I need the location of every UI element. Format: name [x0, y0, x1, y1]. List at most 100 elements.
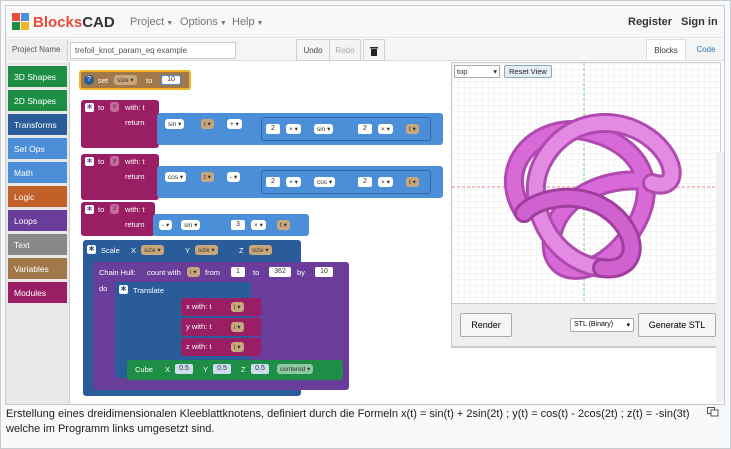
fn-dropdown[interactable]: sin ▾ [165, 119, 185, 129]
fn-dropdown[interactable]: cos ▾ [165, 172, 187, 182]
from-value[interactable]: 1 [231, 267, 245, 277]
center-mode-dropdown[interactable]: centered ▾ [277, 364, 314, 374]
size-value-block[interactable]: 10 [161, 75, 181, 85]
by-value[interactable]: 10 [315, 267, 333, 277]
call-y-label: y with: t [186, 322, 212, 331]
operator-dropdown[interactable]: + ▾ [227, 119, 242, 129]
set-label: set [98, 76, 109, 85]
size-var[interactable]: size ▾ [249, 245, 272, 255]
t-param[interactable]: t ▾ [201, 172, 214, 182]
scrollbar[interactable] [716, 152, 724, 402]
fn-dropdown[interactable]: sin ▾ [181, 220, 201, 230]
call-z-label: z with: t [186, 342, 212, 351]
times-dropdown[interactable]: × ▾ [378, 124, 393, 134]
var-dropdown[interactable]: size ▾ [114, 75, 137, 85]
i-var[interactable]: i ▾ [187, 267, 200, 277]
times-dropdown[interactable]: × ▾ [251, 220, 266, 230]
function-name[interactable]: x [110, 102, 120, 112]
fn-dropdown[interactable]: cos ▾ [314, 177, 336, 187]
menu-help[interactable]: Help ▼ [232, 16, 264, 28]
product-block[interactable]: 2 × ▾ sin ▾ 2 × ▾ t ▾ [261, 117, 431, 141]
delete-button[interactable] [363, 39, 385, 61]
generate-stl-button[interactable]: Generate STL [638, 313, 716, 337]
menu-options[interactable]: Options ▼ [180, 16, 227, 28]
to-label: to [146, 76, 153, 85]
undo-button[interactable]: Undo [296, 39, 330, 61]
size-var[interactable]: size ▾ [195, 245, 218, 255]
category-2d-shapes[interactable]: 2D Shapes [8, 90, 67, 111]
function-name[interactable]: z [110, 204, 120, 214]
cube-block[interactable]: Cube X 0.5 Y 0.5 Z 0.5 centered ▾ [127, 360, 343, 380]
category-transforms[interactable]: Transforms [8, 114, 67, 135]
category-math[interactable]: Math [8, 162, 67, 183]
cube-label: Cube [135, 365, 153, 374]
category-text[interactable]: Text [8, 234, 67, 255]
chain-hull-label: Chain Hull: [99, 268, 136, 277]
register-link[interactable]: Register [628, 16, 672, 28]
negate-dropdown[interactable]: - ▾ [159, 220, 173, 230]
t-param[interactable]: t ▾ [406, 177, 419, 187]
sum-expression-block[interactable]: sin ▾ t ▾ + ▾ 2 × ▾ sin ▾ 2 × ▾ t ▾ [157, 113, 443, 145]
function-z-block[interactable]: ✱ to z with: t return [81, 202, 155, 236]
function-y-block[interactable]: ✱ to y with: t return [81, 154, 159, 200]
set-variable-block[interactable]: ? set size ▾ to 10 [79, 70, 191, 90]
t-param[interactable]: t ▾ [406, 124, 419, 134]
product-block[interactable]: 2 × ▾ cos ▾ 2 × ▾ t ▾ [261, 170, 431, 194]
i-var[interactable]: i ▾ [231, 302, 244, 312]
redo-button[interactable]: Redo [329, 39, 361, 61]
tab-code[interactable]: Code [690, 39, 722, 61]
cube-x-value[interactable]: 0.5 [175, 364, 193, 374]
call-x-block[interactable]: x with: t i ▾ [181, 298, 261, 316]
category-set-ops[interactable]: Set Ops [8, 138, 67, 159]
category-variables[interactable]: Variables [8, 258, 67, 279]
y-label: Y [185, 246, 191, 255]
reset-view-button[interactable]: Reset View [504, 65, 552, 78]
call-y-block[interactable]: y with: t i ▾ [181, 318, 261, 336]
enlarge-icon[interactable] [707, 407, 721, 419]
number-field[interactable]: 2 [358, 124, 372, 134]
logo-cubes-icon [12, 13, 30, 31]
to-label: to [253, 268, 260, 277]
difference-expression-block[interactable]: cos ▾ t ▾ - ▾ 2 × ▾ cos ▾ 2 × ▾ t ▾ [157, 166, 443, 198]
function-x-block[interactable]: ✱ to x with: t return [81, 100, 159, 148]
count-label: count with [147, 268, 181, 277]
with-label: with: t [125, 205, 145, 214]
signin-link[interactable]: Sign in [681, 16, 718, 28]
tab-blocks[interactable]: Blocks [646, 39, 686, 61]
t-param[interactable]: t ▾ [277, 220, 290, 230]
logo[interactable]: BlocksCAD [12, 13, 115, 31]
number-field[interactable]: 2 [266, 124, 280, 134]
x-label: X [131, 246, 137, 255]
number-field[interactable]: 2 [358, 177, 372, 187]
number-field[interactable]: 2 [266, 177, 280, 187]
format-select[interactable]: STL (Binary) ▾ [570, 318, 634, 332]
operator-dropdown[interactable]: - ▾ [227, 172, 241, 182]
menu-project[interactable]: Project ▼ [130, 16, 173, 28]
category-3d-shapes[interactable]: 3D Shapes [8, 66, 67, 87]
category-logic[interactable]: Logic [8, 186, 67, 207]
to-value[interactable]: 362 [269, 267, 291, 277]
i-var[interactable]: i ▾ [231, 342, 244, 352]
t-param[interactable]: t ▾ [201, 119, 214, 129]
call-z-block[interactable]: z with: t i ▾ [181, 338, 261, 356]
cube-y-value[interactable]: 0.5 [213, 364, 231, 374]
category-modules[interactable]: Modules [8, 282, 67, 303]
block-workspace[interactable]: ? set size ▾ to 10 ✱ to x with: t return… [71, 62, 445, 404]
times-dropdown[interactable]: × ▾ [378, 177, 393, 187]
cube-z-value[interactable]: 0.5 [251, 364, 269, 374]
project-name-input[interactable]: trefoil_knot_param_eq example [70, 42, 236, 59]
category-loops[interactable]: Loops [8, 210, 67, 231]
times-dropdown[interactable]: × ▾ [286, 177, 301, 187]
camera-select[interactable]: top ▾ [454, 65, 500, 78]
export-bar: Render STL (Binary) ▾ Generate STL [451, 303, 721, 347]
from-label: from [205, 268, 220, 277]
times-dropdown[interactable]: × ▾ [286, 124, 301, 134]
fn-dropdown[interactable]: sin ▾ [314, 124, 334, 134]
logo-text: BlocksCAD [33, 13, 115, 31]
render-button[interactable]: Render [460, 313, 512, 337]
size-var[interactable]: size ▾ [141, 245, 164, 255]
i-var[interactable]: i ▾ [231, 322, 244, 332]
negate-expression-block[interactable]: - ▾ sin ▾ 3 × ▾ t ▾ [153, 214, 309, 236]
function-name[interactable]: y [110, 156, 120, 166]
number-field[interactable]: 3 [231, 220, 245, 230]
